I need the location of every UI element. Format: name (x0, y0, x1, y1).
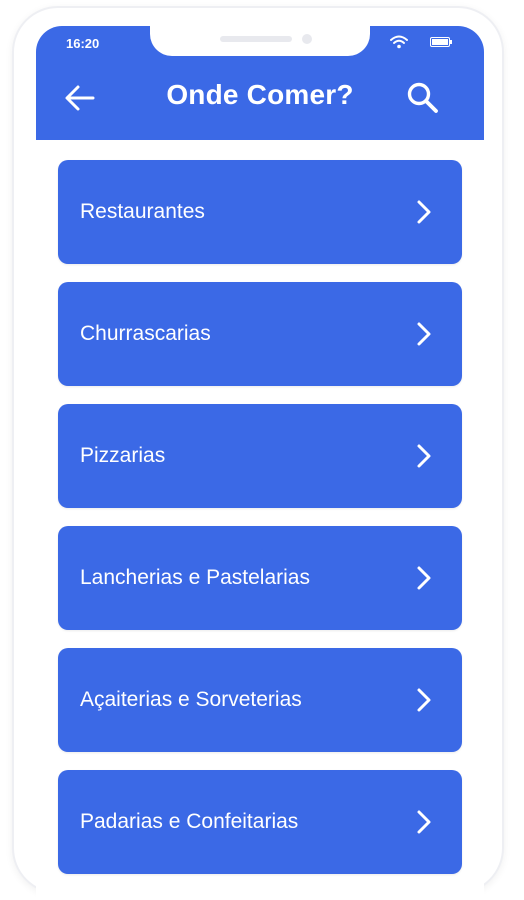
category-label: Restaurantes (80, 200, 205, 223)
category-pizzarias[interactable]: Pizzarias (58, 404, 462, 508)
category-label: Lancherias e Pastelarias (80, 566, 310, 589)
category-label: Churrascarias (80, 322, 211, 345)
phone-notch (150, 26, 370, 56)
status-time: 16:20 (66, 36, 100, 51)
category-label: Padarias e Confeitarias (80, 810, 299, 833)
stage: 16:20 Onde Comer? Restaurantes Churrasca… (0, 0, 524, 900)
page-title: Onde Comer? (166, 79, 354, 110)
speaker-grille (220, 36, 292, 42)
category-restaurantes[interactable]: Restaurantes (58, 160, 462, 264)
search-icon[interactable] (406, 81, 440, 115)
chevron-right-icon (417, 444, 431, 468)
category-churrascarias[interactable]: Churrascarias (58, 282, 462, 386)
chevron-right-icon (417, 688, 431, 712)
app-bar: 16:20 Onde Comer? (36, 26, 484, 140)
category-label: Pizzarias (80, 444, 166, 467)
chevron-right-icon (417, 200, 431, 224)
phone-screen: 16:20 Onde Comer? Restaurantes Churrasca… (36, 26, 484, 900)
battery-icon (430, 37, 452, 47)
chevron-right-icon (417, 566, 431, 590)
arrow-left-icon[interactable] (64, 84, 96, 112)
front-camera (302, 34, 312, 44)
category-lancherias[interactable]: Lancherias e Pastelarias (58, 526, 462, 630)
category-acaiterias[interactable]: Açaiterias e Sorveterias (58, 648, 462, 752)
category-padarias[interactable]: Padarias e Confeitarias (58, 770, 462, 874)
chevron-right-icon (417, 322, 431, 346)
category-label: Açaiterias e Sorveterias (80, 688, 302, 711)
category-list: Restaurantes Churrascarias Pizzarias Lan… (36, 140, 484, 900)
wifi-icon (390, 35, 408, 49)
chevron-right-icon (417, 810, 431, 834)
